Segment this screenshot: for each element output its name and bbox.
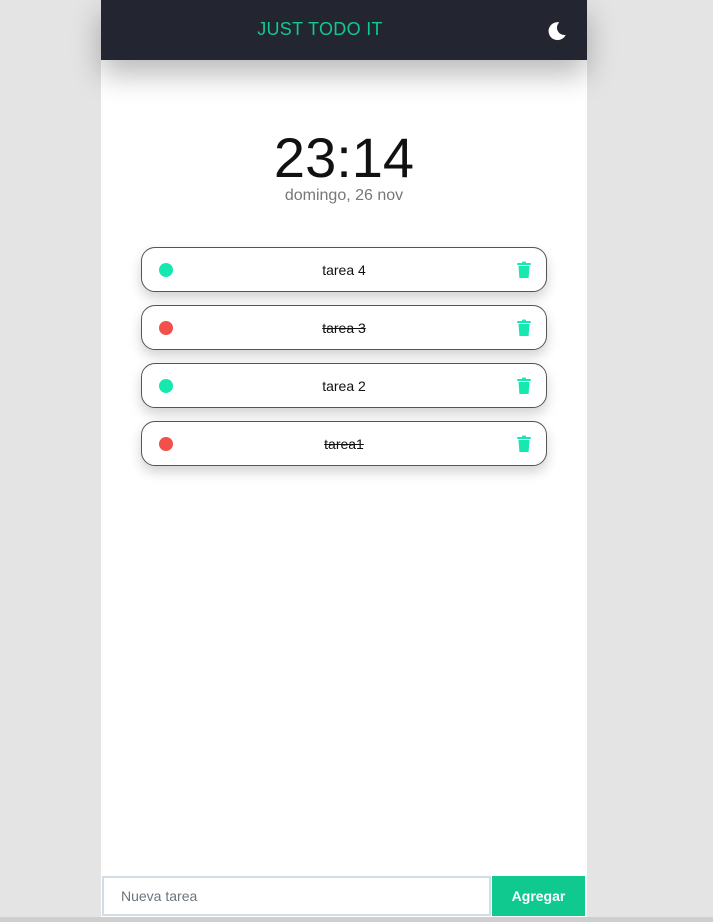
new-task-input[interactable] (102, 876, 491, 916)
task-list: tarea 4 tarea 3 tarea 2 tarea1 (141, 247, 547, 479)
status-dot[interactable] (159, 437, 173, 451)
trash-icon[interactable] (516, 435, 532, 453)
app-container: JUST TODO IT 23:14 domingo, 26 nov tarea… (101, 0, 587, 922)
task-item: tarea 3 (141, 305, 547, 350)
status-dot[interactable] (159, 379, 173, 393)
task-label[interactable]: tarea1 (192, 436, 496, 452)
page-bottom-edge (0, 917, 713, 922)
status-dot[interactable] (159, 321, 173, 335)
new-task-bar: Agregar (101, 876, 587, 916)
app-header: JUST TODO IT (101, 0, 587, 60)
task-label[interactable]: tarea 4 (192, 262, 496, 278)
task-item: tarea1 (141, 421, 547, 466)
task-label[interactable]: tarea 2 (192, 378, 496, 394)
trash-icon[interactable] (516, 261, 532, 279)
trash-icon[interactable] (516, 319, 532, 337)
clock-date: domingo, 26 nov (284, 187, 404, 204)
clock-time: 23:14 (273, 126, 415, 189)
status-dot[interactable] (159, 263, 173, 277)
task-item: tarea 4 (141, 247, 547, 292)
moon-icon[interactable] (546, 20, 568, 42)
add-task-button[interactable]: Agregar (492, 876, 585, 916)
task-item: tarea 2 (141, 363, 547, 408)
app-title: JUST TODO IT (257, 19, 383, 39)
task-label[interactable]: tarea 3 (192, 320, 496, 336)
trash-icon[interactable] (516, 377, 532, 395)
